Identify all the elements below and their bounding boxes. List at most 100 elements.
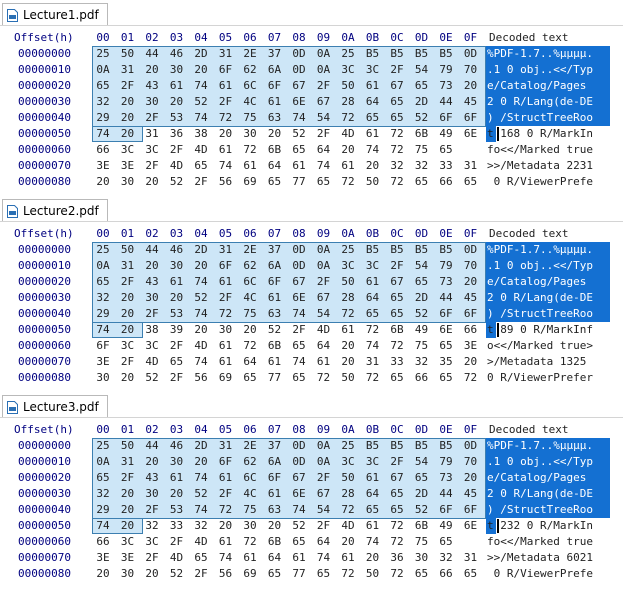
hex-byte[interactable]: B5 — [411, 46, 433, 62]
hex-byte[interactable]: 2F — [386, 62, 408, 78]
hex-byte[interactable]: 20 — [117, 126, 139, 142]
hex-byte[interactable]: 4C — [239, 486, 261, 502]
hex-byte[interactable]: 74 — [92, 126, 114, 142]
hex-byte[interactable]: 0D — [460, 46, 482, 62]
hex-byte[interactable]: 67 — [288, 470, 310, 486]
hex-byte[interactable]: 20 — [190, 258, 212, 274]
hex-byte[interactable]: 32 — [386, 158, 408, 174]
hex-byte[interactable]: 74 — [362, 142, 384, 158]
hex-byte[interactable]: 61 — [215, 354, 237, 370]
hex-byte[interactable]: 74 — [288, 354, 310, 370]
hex-byte[interactable]: 3C — [362, 454, 384, 470]
hex-byte[interactable]: 2F — [190, 174, 212, 190]
hex-byte[interactable]: 65 — [386, 110, 408, 126]
hex-byte[interactable]: 38 — [190, 126, 212, 142]
hex-byte[interactable]: 74 — [190, 354, 212, 370]
hex-byte[interactable]: 31 — [215, 438, 237, 454]
hex-byte[interactable]: 53 — [166, 306, 188, 322]
hex-byte[interactable]: 39 — [166, 322, 188, 338]
hex-byte[interactable]: 6C — [239, 274, 261, 290]
hex-byte[interactable]: 64 — [264, 550, 286, 566]
hex-byte[interactable]: 43 — [141, 274, 163, 290]
hex-byte[interactable]: 6E — [460, 518, 482, 534]
hex-byte[interactable]: 4D — [190, 534, 212, 550]
hex-byte[interactable]: 46 — [166, 242, 188, 258]
hex-byte[interactable]: 20 — [190, 322, 212, 338]
hex-byte[interactable]: 0D — [288, 62, 310, 78]
hex-byte[interactable]: 74 — [313, 158, 335, 174]
hex-byte[interactable]: 61 — [166, 470, 188, 486]
hex-byte[interactable]: 61 — [362, 274, 384, 290]
hex-byte[interactable]: 4D — [166, 158, 188, 174]
hex-byte[interactable]: 72 — [215, 502, 237, 518]
hex-byte[interactable]: 61 — [362, 78, 384, 94]
hex-byte[interactable]: 65 — [435, 142, 457, 158]
decoded-text[interactable]: 0 R/ViewerPrefe — [487, 174, 593, 190]
hex-byte[interactable]: 3C — [141, 142, 163, 158]
hex-byte[interactable]: 44 — [435, 486, 457, 502]
hex-byte[interactable]: 72 — [386, 142, 408, 158]
hex-byte[interactable]: 31 — [117, 258, 139, 274]
decoded-text[interactable]: fo<</Marked true — [487, 142, 593, 158]
hex-byte[interactable]: 2F — [141, 158, 163, 174]
hex-byte[interactable]: 3C — [117, 338, 139, 354]
hex-byte[interactable]: 2F — [141, 550, 163, 566]
hex-byte[interactable]: 73 — [435, 78, 457, 94]
hex-byte[interactable]: 31 — [460, 158, 482, 174]
hex-byte[interactable]: 0D — [288, 242, 310, 258]
decoded-text[interactable]: e/Catalog/Pages — [487, 274, 593, 290]
hex-byte[interactable]: 61 — [215, 78, 237, 94]
hex-byte[interactable]: 61 — [337, 322, 359, 338]
hex-byte[interactable]: 72 — [337, 502, 359, 518]
hex-byte[interactable]: 25 — [92, 438, 114, 454]
hex-byte[interactable]: 74 — [362, 534, 384, 550]
hex-byte[interactable]: 2F — [141, 110, 163, 126]
hex-byte[interactable]: 54 — [313, 502, 335, 518]
hex-byte[interactable]: 52 — [190, 290, 212, 306]
hex-byte[interactable]: B5 — [362, 438, 384, 454]
hex-byte[interactable]: 20 — [362, 550, 384, 566]
hex-byte[interactable]: 43 — [141, 470, 163, 486]
hex-byte[interactable]: 52 — [166, 566, 188, 582]
hex-byte[interactable]: 2E — [239, 438, 261, 454]
decoded-text[interactable]: t 232 0 R/MarkIn — [487, 518, 593, 534]
hex-byte[interactable]: 64 — [313, 142, 335, 158]
decoded-text[interactable]: t 89 0 R/MarkInf — [487, 322, 593, 338]
decoded-text[interactable]: 2 0 R/Lang(de-DE — [487, 94, 593, 110]
hex-byte[interactable]: 65 — [411, 174, 433, 190]
hex-byte[interactable]: 6E — [460, 126, 482, 142]
hex-byte[interactable]: 63 — [264, 306, 286, 322]
hex-byte[interactable]: 20 — [215, 126, 237, 142]
hex-byte[interactable]: B5 — [435, 242, 457, 258]
hex-byte[interactable]: 20 — [337, 338, 359, 354]
hex-byte[interactable]: 70 — [460, 258, 482, 274]
hex-byte[interactable]: 20 — [92, 174, 114, 190]
decoded-text[interactable]: ) /StructTreeRoo — [487, 110, 593, 126]
hex-byte[interactable]: 65 — [386, 306, 408, 322]
hex-byte[interactable]: 2F — [166, 370, 188, 386]
hex-byte[interactable]: 62 — [239, 62, 261, 78]
hex-byte[interactable]: 63 — [264, 110, 286, 126]
hex-byte[interactable]: 61 — [288, 550, 310, 566]
hex-byte[interactable]: 64 — [362, 486, 384, 502]
hex-byte[interactable]: 64 — [362, 290, 384, 306]
hex-byte[interactable]: 52 — [288, 126, 310, 142]
hex-byte[interactable]: 50 — [362, 566, 384, 582]
hex-byte[interactable]: 61 — [264, 354, 286, 370]
hex-byte[interactable]: B5 — [411, 438, 433, 454]
hex-byte[interactable]: 79 — [435, 62, 457, 78]
hex-byte[interactable]: 69 — [215, 370, 237, 386]
hex-byte[interactable]: 66 — [92, 534, 114, 550]
hex-byte[interactable]: 6C — [239, 78, 261, 94]
decoded-text[interactable]: .1 0 obj..<</Typ — [487, 454, 593, 470]
hex-byte[interactable]: 20 — [264, 126, 286, 142]
hex-byte[interactable]: 25 — [337, 438, 359, 454]
hex-byte[interactable]: 2F — [313, 470, 335, 486]
hex-byte[interactable]: 28 — [337, 290, 359, 306]
hex-byte[interactable]: 0A — [313, 62, 335, 78]
hex-byte[interactable]: 65 — [435, 338, 457, 354]
hex-byte[interactable]: 2F — [141, 306, 163, 322]
hex-byte[interactable]: 61 — [362, 470, 384, 486]
hex-byte[interactable]: 63 — [264, 502, 286, 518]
hex-byte[interactable]: 74 — [215, 550, 237, 566]
